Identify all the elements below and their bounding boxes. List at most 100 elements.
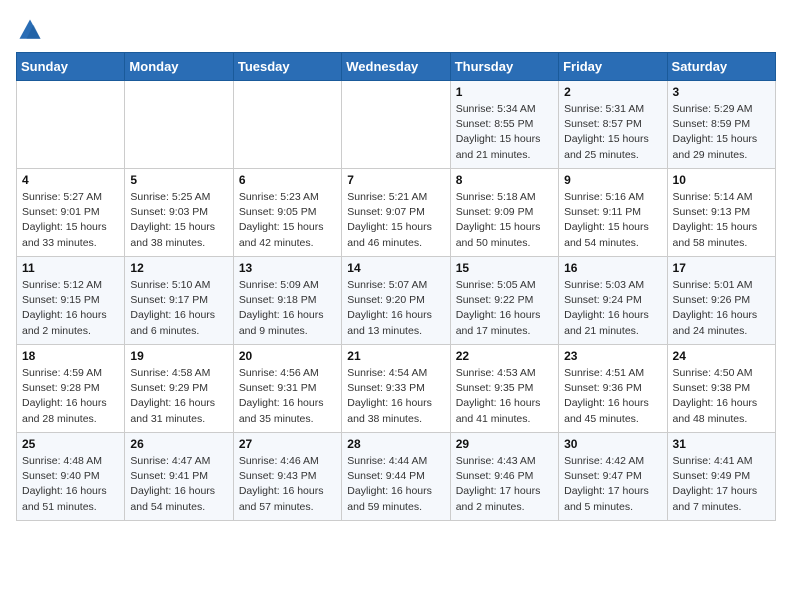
day-info: Sunrise: 4:47 AMSunset: 9:41 PMDaylight:… xyxy=(130,454,227,515)
calendar-week-4: 18 Sunrise: 4:59 AMSunset: 9:28 PMDayligh… xyxy=(17,345,776,433)
day-number: 29 xyxy=(456,437,553,451)
calendar-week-3: 11 Sunrise: 5:12 AMSunset: 9:15 PMDayligh… xyxy=(17,257,776,345)
day-number: 3 xyxy=(673,85,770,99)
calendar-cell xyxy=(17,81,125,169)
day-number: 11 xyxy=(22,261,119,275)
calendar-cell: 1 Sunrise: 5:34 AMSunset: 8:55 PMDaylight… xyxy=(450,81,558,169)
day-info: Sunrise: 4:48 AMSunset: 9:40 PMDaylight:… xyxy=(22,454,119,515)
calendar-cell: 16Sunrise: 5:03 AMSunset: 9:24 PMDayligh… xyxy=(559,257,667,345)
day-info: Sunrise: 4:42 AMSunset: 9:47 PMDaylight:… xyxy=(564,454,661,515)
day-info: Sunrise: 5:05 AMSunset: 9:22 PMDaylight:… xyxy=(456,278,553,339)
day-number: 14 xyxy=(347,261,444,275)
calendar-cell xyxy=(342,81,450,169)
page-header xyxy=(16,16,776,44)
calendar-cell: 27 Sunrise: 4:46 AMSunset: 9:43 PMDayligh… xyxy=(233,433,341,521)
calendar-cell xyxy=(125,81,233,169)
day-number: 1 xyxy=(456,85,553,99)
day-number: 4 xyxy=(22,173,119,187)
day-info: Sunrise: 5:09 AMSunset: 9:18 PMDaylight:… xyxy=(239,278,336,339)
calendar-cell: 4 Sunrise: 5:27 AMSunset: 9:01 PMDaylight… xyxy=(17,169,125,257)
day-number: 12 xyxy=(130,261,227,275)
calendar-cell: 30 Sunrise: 4:42 AMSunset: 9:47 PMDayligh… xyxy=(559,433,667,521)
calendar-cell: 19 Sunrise: 4:58 AMSunset: 9:29 PMDayligh… xyxy=(125,345,233,433)
day-info: Sunrise: 4:43 AMSunset: 9:46 PMDaylight:… xyxy=(456,454,553,515)
weekday-header-tuesday: Tuesday xyxy=(233,53,341,81)
day-number: 24 xyxy=(673,349,770,363)
day-number: 30 xyxy=(564,437,661,451)
weekday-header-wednesday: Wednesday xyxy=(342,53,450,81)
day-info: Sunrise: 5:01 AMSunset: 9:26 PMDaylight:… xyxy=(673,278,770,339)
day-number: 18 xyxy=(22,349,119,363)
logo xyxy=(16,16,48,44)
day-info: Sunrise: 4:58 AMSunset: 9:29 PMDaylight:… xyxy=(130,366,227,427)
day-number: 31 xyxy=(673,437,770,451)
day-info: Sunrise: 5:18 AMSunset: 9:09 PMDaylight:… xyxy=(456,190,553,251)
calendar-cell: 6 Sunrise: 5:23 AMSunset: 9:05 PMDaylight… xyxy=(233,169,341,257)
day-number: 6 xyxy=(239,173,336,187)
calendar-cell: 24 Sunrise: 4:50 AMSunset: 9:38 PMDayligh… xyxy=(667,345,775,433)
day-info: Sunrise: 5:23 AMSunset: 9:05 PMDaylight:… xyxy=(239,190,336,251)
calendar-cell: 22 Sunrise: 4:53 AMSunset: 9:35 PMDayligh… xyxy=(450,345,558,433)
calendar-table: SundayMondayTuesdayWednesdayThursdayFrid… xyxy=(16,52,776,521)
weekday-header-monday: Monday xyxy=(125,53,233,81)
day-info: Sunrise: 4:46 AMSunset: 9:43 PMDaylight:… xyxy=(239,454,336,515)
day-number: 23 xyxy=(564,349,661,363)
day-info: Sunrise: 5:25 AMSunset: 9:03 PMDaylight:… xyxy=(130,190,227,251)
day-number: 5 xyxy=(130,173,227,187)
day-info: Sunrise: 5:10 AMSunset: 9:17 PMDaylight:… xyxy=(130,278,227,339)
day-number: 8 xyxy=(456,173,553,187)
day-number: 22 xyxy=(456,349,553,363)
day-info: Sunrise: 5:16 AMSunset: 9:11 PMDaylight:… xyxy=(564,190,661,251)
day-info: Sunrise: 4:56 AMSunset: 9:31 PMDaylight:… xyxy=(239,366,336,427)
weekday-header-saturday: Saturday xyxy=(667,53,775,81)
calendar-cell: 13 Sunrise: 5:09 AMSunset: 9:18 PMDayligh… xyxy=(233,257,341,345)
day-number: 10 xyxy=(673,173,770,187)
day-number: 15 xyxy=(456,261,553,275)
calendar-cell: 9 Sunrise: 5:16 AMSunset: 9:11 PMDaylight… xyxy=(559,169,667,257)
calendar-cell: 10 Sunrise: 5:14 AMSunset: 9:13 PMDayligh… xyxy=(667,169,775,257)
day-info: Sunrise: 5:07 AMSunset: 9:20 PMDaylight:… xyxy=(347,278,444,339)
calendar-cell: 29 Sunrise: 4:43 AMSunset: 9:46 PMDayligh… xyxy=(450,433,558,521)
calendar-cell: 28 Sunrise: 4:44 AMSunset: 9:44 PMDayligh… xyxy=(342,433,450,521)
day-number: 13 xyxy=(239,261,336,275)
day-info: Sunrise: 4:50 AMSunset: 9:38 PMDaylight:… xyxy=(673,366,770,427)
day-number: 20 xyxy=(239,349,336,363)
calendar-cell: 12 Sunrise: 5:10 AMSunset: 9:17 PMDayligh… xyxy=(125,257,233,345)
day-number: 27 xyxy=(239,437,336,451)
day-number: 16 xyxy=(564,261,661,275)
calendar-cell: 25 Sunrise: 4:48 AMSunset: 9:40 PMDayligh… xyxy=(17,433,125,521)
calendar-week-2: 4 Sunrise: 5:27 AMSunset: 9:01 PMDaylight… xyxy=(17,169,776,257)
day-info: Sunrise: 4:54 AMSunset: 9:33 PMDaylight:… xyxy=(347,366,444,427)
day-number: 28 xyxy=(347,437,444,451)
day-info: Sunrise: 4:53 AMSunset: 9:35 PMDaylight:… xyxy=(456,366,553,427)
day-info: Sunrise: 5:29 AMSunset: 8:59 PMDaylight:… xyxy=(673,102,770,163)
day-number: 21 xyxy=(347,349,444,363)
day-info: Sunrise: 5:14 AMSunset: 9:13 PMDaylight:… xyxy=(673,190,770,251)
calendar-cell: 5 Sunrise: 5:25 AMSunset: 9:03 PMDaylight… xyxy=(125,169,233,257)
day-number: 2 xyxy=(564,85,661,99)
day-info: Sunrise: 5:34 AMSunset: 8:55 PMDaylight:… xyxy=(456,102,553,163)
calendar-cell: 8 Sunrise: 5:18 AMSunset: 9:09 PMDaylight… xyxy=(450,169,558,257)
day-number: 9 xyxy=(564,173,661,187)
day-info: Sunrise: 5:27 AMSunset: 9:01 PMDaylight:… xyxy=(22,190,119,251)
day-number: 25 xyxy=(22,437,119,451)
day-info: Sunrise: 4:41 AMSunset: 9:49 PMDaylight:… xyxy=(673,454,770,515)
calendar-header: SundayMondayTuesdayWednesdayThursdayFrid… xyxy=(17,53,776,81)
calendar-cell: 7 Sunrise: 5:21 AMSunset: 9:07 PMDaylight… xyxy=(342,169,450,257)
day-info: Sunrise: 5:21 AMSunset: 9:07 PMDaylight:… xyxy=(347,190,444,251)
weekday-header-friday: Friday xyxy=(559,53,667,81)
day-number: 19 xyxy=(130,349,227,363)
calendar-cell: 21 Sunrise: 4:54 AMSunset: 9:33 PMDayligh… xyxy=(342,345,450,433)
calendar-cell: 18 Sunrise: 4:59 AMSunset: 9:28 PMDayligh… xyxy=(17,345,125,433)
day-info: Sunrise: 5:12 AMSunset: 9:15 PMDaylight:… xyxy=(22,278,119,339)
calendar-week-1: 1 Sunrise: 5:34 AMSunset: 8:55 PMDaylight… xyxy=(17,81,776,169)
logo-icon xyxy=(16,16,44,44)
day-info: Sunrise: 4:44 AMSunset: 9:44 PMDaylight:… xyxy=(347,454,444,515)
day-number: 26 xyxy=(130,437,227,451)
weekday-header-sunday: Sunday xyxy=(17,53,125,81)
calendar-cell: 2Sunrise: 5:31 AMSunset: 8:57 PMDaylight… xyxy=(559,81,667,169)
calendar-cell: 23Sunrise: 4:51 AMSunset: 9:36 PMDayligh… xyxy=(559,345,667,433)
calendar-cell: 11 Sunrise: 5:12 AMSunset: 9:15 PMDayligh… xyxy=(17,257,125,345)
day-info: Sunrise: 4:59 AMSunset: 9:28 PMDaylight:… xyxy=(22,366,119,427)
day-number: 7 xyxy=(347,173,444,187)
